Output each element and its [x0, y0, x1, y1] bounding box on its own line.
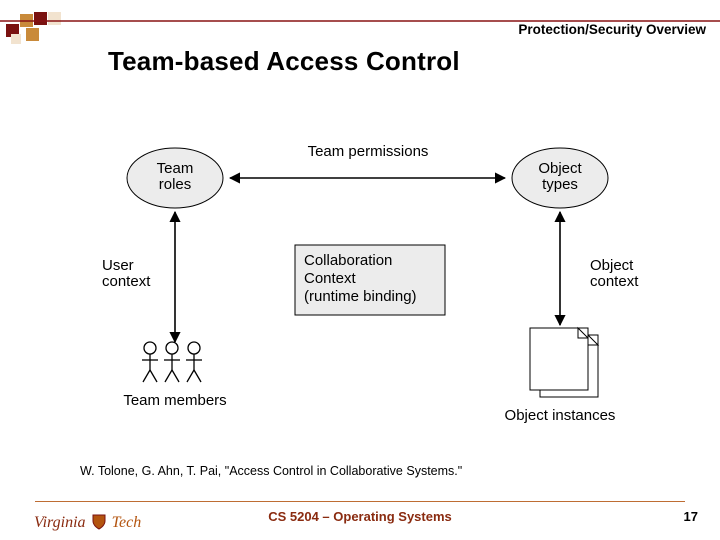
node-team-roles: Teamroles: [157, 160, 194, 193]
node-object-types: Objecttypes: [538, 160, 582, 193]
team-members-icon: [142, 342, 202, 382]
corner-decoration: [6, 12, 66, 44]
label-object-instances: Object instances: [505, 407, 616, 424]
footer-rule: [35, 501, 685, 503]
footer-page: 17: [684, 509, 698, 524]
label-team-members: Team members: [123, 392, 226, 409]
header-section: Protection/Security Overview: [518, 22, 706, 37]
object-instances-icon: [530, 328, 598, 397]
label-user-context: Usercontext: [102, 257, 151, 290]
footer-course: CS 5204 – Operating Systems: [0, 509, 720, 524]
slide-title: Team-based Access Control: [108, 46, 460, 77]
diagram: Teamroles Objecttypes Team permissions C…: [90, 130, 660, 430]
label-team-permissions: Team permissions: [308, 143, 429, 160]
label-object-context: Objectcontext: [590, 257, 639, 290]
citation: W. Tolone, G. Ahn, T. Pai, "Access Contr…: [80, 464, 462, 478]
